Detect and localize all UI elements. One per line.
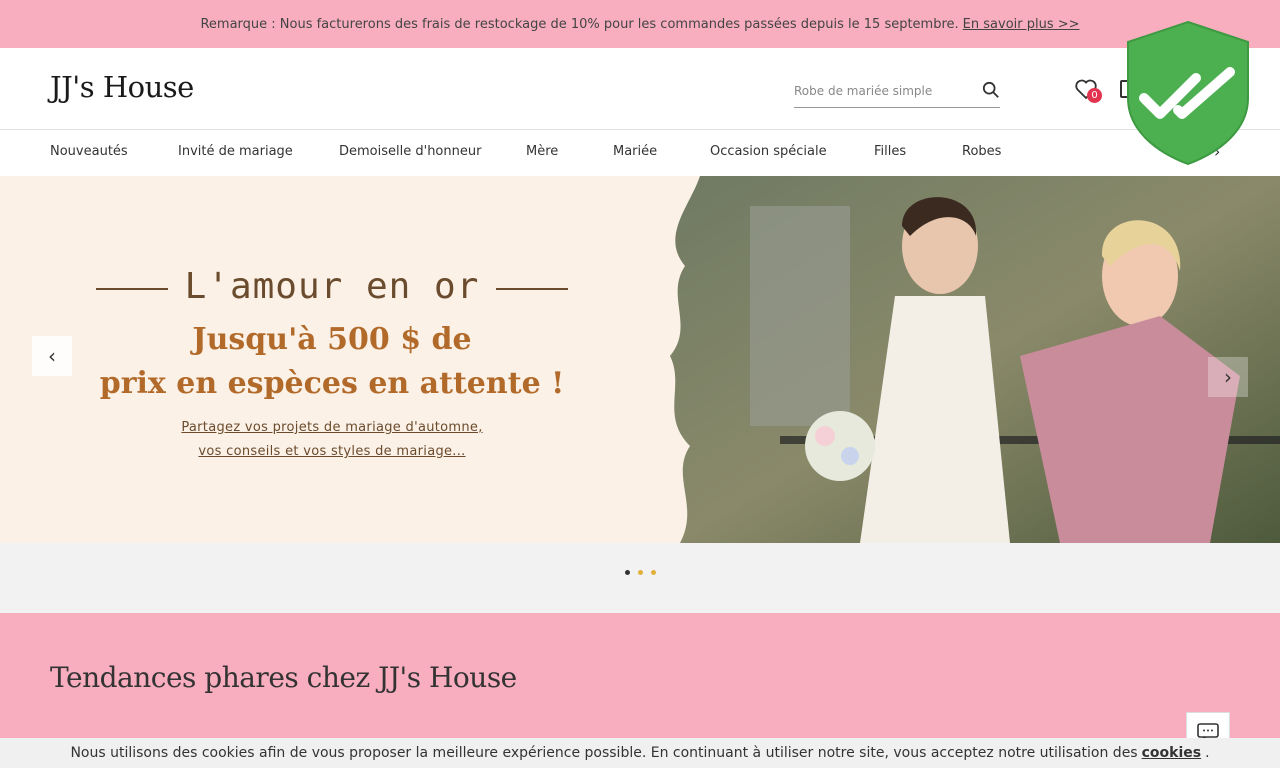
- site-header: JJ's House: [0, 48, 1280, 130]
- search-box: [794, 76, 1000, 108]
- shield-check-icon: [1127, 20, 1249, 166]
- cookie-text: Nous utilisons des cookies afin de vous …: [70, 745, 1138, 761]
- hero-title-group: L'amour en or: [96, 266, 568, 310]
- hero-desc-line1[interactable]: Partagez vos projets de mariage d'automn…: [96, 420, 568, 435]
- chevron-right-icon: ›: [1224, 365, 1232, 389]
- search-icon[interactable]: [982, 81, 1000, 99]
- carousel-dot-1[interactable]: [625, 570, 630, 575]
- hero-title: L'amour en or: [184, 266, 480, 307]
- carousel-dot-2[interactable]: [638, 570, 643, 575]
- cookie-text-end: .: [1205, 745, 1210, 761]
- hero-desc-line2[interactable]: vos conseils et vos styles de mariage...: [96, 444, 568, 459]
- cookie-banner: Nous utilisons des cookies afin de vous …: [0, 738, 1280, 768]
- carousel-next-button[interactable]: ›: [1208, 357, 1248, 397]
- nav-item-mere[interactable]: Mère: [526, 144, 558, 159]
- search-input[interactable]: [794, 76, 969, 106]
- cookie-policy-link[interactable]: cookies: [1142, 745, 1201, 761]
- notice-text: Remarque : Nous facturerons des frais de…: [200, 16, 959, 32]
- nav-item-nouveautes[interactable]: Nouveautés: [50, 144, 128, 159]
- hero-banner[interactable]: L'amour en or Jusqu'à 500 $ de prix en e…: [0, 176, 1280, 543]
- hero-title-divider-right: [496, 288, 568, 290]
- hero-subtitle-line1: Jusqu'à 500 $ de: [192, 322, 472, 357]
- site-logo[interactable]: JJ's House: [50, 70, 194, 104]
- hero-subtitle-line2: prix en espèces en attente !: [99, 366, 565, 401]
- nav-item-filles[interactable]: Filles: [874, 144, 906, 159]
- nav-item-mariee[interactable]: Mariée: [613, 144, 657, 159]
- notice-learn-more-link[interactable]: En savoir plus >>: [963, 17, 1080, 32]
- chevron-left-icon: ‹: [48, 344, 56, 368]
- wishlist-count-badge: 0: [1087, 88, 1102, 103]
- nav-item-invite-de-mariage[interactable]: Invité de mariage: [178, 144, 293, 159]
- trends-title: Tendances phares chez JJ's House: [50, 661, 517, 694]
- nav-item-demoiselle-d-honneur[interactable]: Demoiselle d'honneur: [339, 144, 481, 159]
- nav-item-robes[interactable]: Robes: [962, 144, 1001, 159]
- carousel-dot-3[interactable]: [651, 570, 656, 575]
- carousel-prev-button[interactable]: ‹: [32, 336, 72, 376]
- hero-wedding-photo: [670, 176, 1280, 543]
- notice-bar: Remarque : Nous facturerons des frais de…: [0, 0, 1280, 48]
- nav-item-occasion-speciale[interactable]: Occasion spéciale: [710, 144, 827, 159]
- carousel-indicator-bar: [0, 543, 1280, 613]
- main-nav: Nouveautés Invité de mariage Demoiselle …: [0, 130, 1280, 176]
